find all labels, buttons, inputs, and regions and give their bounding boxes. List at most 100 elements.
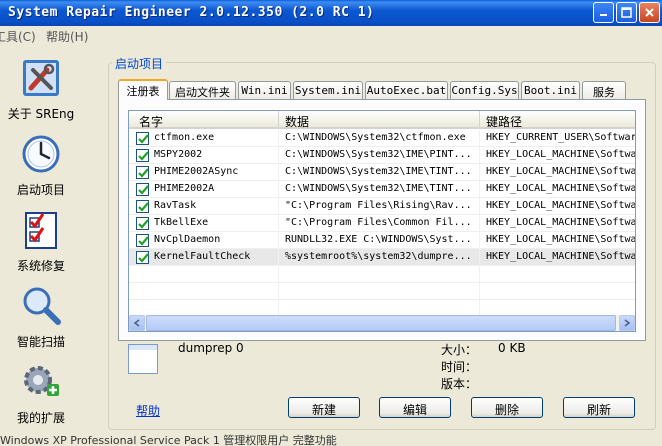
column-header-data[interactable]: 数据 [279, 111, 480, 129]
menu-tools[interactable]: 工具(C) [0, 28, 36, 45]
scroll-left-button[interactable] [129, 315, 145, 331]
cell-path: HKEY_CURRENT_USER\Softwar [486, 130, 635, 147]
cell-path: HKEY_LOCAL_MACHINE\Softwa [486, 215, 635, 232]
cell-path: HKEY_LOCAL_MACHINE\Softwa [486, 164, 635, 181]
checkmark-icon [138, 253, 149, 263]
empty-row [129, 283, 635, 300]
row-checkbox[interactable] [136, 132, 149, 145]
cell-data: C:\WINDOWS\System32\IME\TINT... [285, 181, 480, 198]
column-header-path[interactable]: 键路径 [480, 111, 635, 129]
magnifier-icon [23, 287, 61, 325]
size-value: 0 KB [498, 341, 526, 355]
cell-name: MSPY2002 [154, 147, 279, 164]
cell-data: "C:\Program Files\Common Fil... [285, 215, 480, 232]
clock-icon [22, 135, 60, 173]
cell-name: RavTask [154, 198, 279, 215]
tab-services[interactable]: 服务 [582, 81, 626, 99]
cell-data: C:\WINDOWS\System32\IME\TINT... [285, 164, 480, 181]
tab-autoexec-bat[interactable]: AutoExec.bat [365, 81, 448, 99]
checkmark-icon [138, 219, 149, 229]
tab-win-ini[interactable]: Win.ini [238, 81, 291, 99]
table-row[interactable]: PHIME2002A C:\WINDOWS\System32\IME\TINT..… [129, 181, 635, 198]
arrow-left-icon [133, 319, 140, 327]
group-title: 启动项目 [112, 55, 167, 72]
column-separator [278, 266, 279, 283]
horizontal-scrollbar[interactable] [129, 315, 635, 331]
version-label: 版本： [441, 377, 478, 391]
minimize-button[interactable] [593, 2, 614, 23]
cell-name: PHIME2002A [154, 181, 279, 198]
cell-path: HKEY_LOCAL_MACHINE\Softwa [486, 249, 635, 266]
table-row[interactable]: RavTask "C:\Program Files\Rising\Rav... HK… [129, 198, 635, 215]
table-row[interactable]: TkBellExe "C:\Program Files\Common Fil...… [129, 215, 635, 232]
tab-registry[interactable]: 注册表 [118, 79, 168, 100]
cell-path: HKEY_LOCAL_MACHINE\Softwa [486, 232, 635, 249]
sidebar-label-startup: 启动项目 [16, 183, 65, 197]
cell-data: "C:\Program Files\Rising\Rav... [285, 198, 480, 215]
menu-help[interactable]: 帮助(H) [46, 28, 88, 45]
row-checkbox[interactable] [136, 251, 149, 264]
column-header-name[interactable]: 名字 [129, 111, 279, 129]
scroll-right-button[interactable] [619, 315, 635, 331]
list-rows: ctfmon.exe C:\WINDOWS\System32\ctfmon.exe… [129, 130, 635, 317]
tab-boot-ini[interactable]: Boot.ini [521, 81, 580, 99]
sidebar-item-startup[interactable]: 启动项目 [0, 134, 82, 198]
sidebar-item-repair[interactable]: 系统修复 [0, 210, 82, 274]
cell-data: RUNDLL32.EXE C:\WINDOWS\Syst... [285, 232, 480, 249]
cell-path: HKEY_LOCAL_MACHINE\Softwa [486, 181, 635, 198]
sidebar-item-extensions[interactable]: 我的扩展 [0, 362, 82, 426]
column-separator [479, 266, 480, 283]
file-icon [128, 344, 158, 374]
startup-list[interactable]: 名字 数据 键路径 ctfmon.exe C:\WINDOWS\System32\… [128, 110, 636, 332]
cell-name: ctfmon.exe [154, 130, 279, 147]
detail-file-name: dumprep 0 [178, 341, 244, 355]
sidebar-label-extensions: 我的扩展 [16, 411, 65, 425]
maximize-icon [621, 7, 632, 18]
column-separator [479, 283, 480, 300]
sidebar-item-scan[interactable]: 智能扫描 [0, 286, 82, 350]
refresh-button[interactable]: 刷新 [563, 397, 635, 418]
sidebar-label-repair: 系统修复 [16, 259, 65, 273]
sidebar-item-about[interactable]: 关于 SREng [0, 58, 82, 122]
row-checkbox[interactable] [136, 149, 149, 162]
row-checkbox[interactable] [136, 234, 149, 247]
row-checkbox[interactable] [136, 183, 149, 196]
table-row[interactable]: MSPY2002 C:\WINDOWS\System32\IME\PINT... H… [129, 147, 635, 164]
time-label: 时间： [441, 360, 478, 374]
column-separator [278, 283, 279, 300]
scrollbar-thumb[interactable] [146, 315, 616, 331]
cell-name: NvCplDaemon [154, 232, 279, 249]
maximize-button[interactable] [616, 2, 637, 23]
tab-system-ini[interactable]: System.ini [293, 81, 363, 99]
help-link[interactable]: 帮助 [136, 402, 160, 419]
sidebar-label-about: 关于 SREng [7, 107, 75, 121]
cell-path: HKEY_LOCAL_MACHINE\Softwa [486, 147, 635, 164]
checkmark-icon [138, 134, 149, 144]
edit-button[interactable]: 编辑 [379, 397, 451, 418]
new-button[interactable]: 新建 [288, 397, 360, 418]
minimize-icon [600, 14, 607, 16]
table-row[interactable]: PHIME2002ASync C:\WINDOWS\System32\IME\TI… [129, 164, 635, 181]
cell-data: C:\WINDOWS\System32\ctfmon.exe [285, 130, 480, 147]
close-button[interactable] [639, 2, 660, 23]
row-checkbox[interactable] [136, 217, 149, 230]
window-title: System Repair Engineer 2.0.12.350 (2.0 R… [8, 5, 375, 20]
checkmark-icon [138, 236, 149, 246]
tab-config-sys[interactable]: Config.Sys [450, 81, 519, 99]
table-row[interactable]: KernelFaultCheck %systemroot%\system32\du… [129, 249, 635, 266]
status-bar: Windows XP Professional Service Pack 1 管… [0, 434, 337, 446]
delete-button[interactable]: 删除 [471, 397, 543, 418]
cell-name: TkBellExe [154, 215, 279, 232]
size-label: 大小： [441, 343, 478, 357]
table-row[interactable]: NvCplDaemon RUNDLL32.EXE C:\WINDOWS\Syst.… [129, 232, 635, 249]
checkmark-icon [138, 168, 149, 178]
checkmark-icon [138, 151, 149, 161]
cell-data: %systemroot%\system32\dumpre... [285, 249, 480, 266]
tab-startup-folder[interactable]: 启动文件夹 [169, 81, 236, 99]
row-checkbox[interactable] [136, 166, 149, 179]
cell-path: HKEY_LOCAL_MACHINE\Softwa [486, 198, 635, 215]
empty-row [129, 266, 635, 283]
row-checkbox[interactable] [136, 200, 149, 213]
table-row[interactable]: ctfmon.exe C:\WINDOWS\System32\ctfmon.exe… [129, 130, 635, 147]
title-bar[interactable]: System Repair Engineer 2.0.12.350 (2.0 R… [0, 0, 662, 26]
